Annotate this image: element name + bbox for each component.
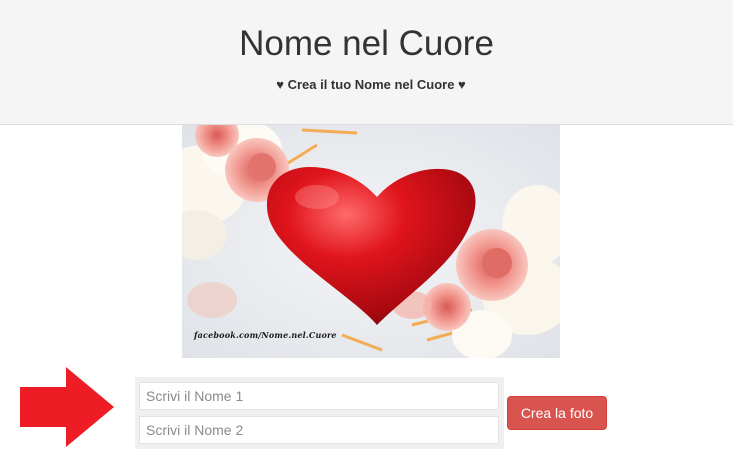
page-title: Nome nel Cuore <box>239 24 494 63</box>
page-subtitle: ♥ Crea il tuo Nome nel Cuore ♥ <box>276 77 466 92</box>
name-1-input[interactable] <box>139 382 499 410</box>
photo-watermark: facebook.com/Nome.nel.Cuore <box>194 330 337 340</box>
heart-photo: facebook.com/Nome.nel.Cuore <box>182 125 560 358</box>
names-form <box>135 377 504 449</box>
create-photo-button[interactable]: Crea la foto <box>507 396 607 430</box>
heart-flowers-image <box>182 125 560 358</box>
red-arrow-icon <box>20 367 114 447</box>
name-2-input[interactable] <box>139 416 499 444</box>
site-header: Nome nel Cuore ♥ Crea il tuo Nome nel Cu… <box>0 0 733 125</box>
